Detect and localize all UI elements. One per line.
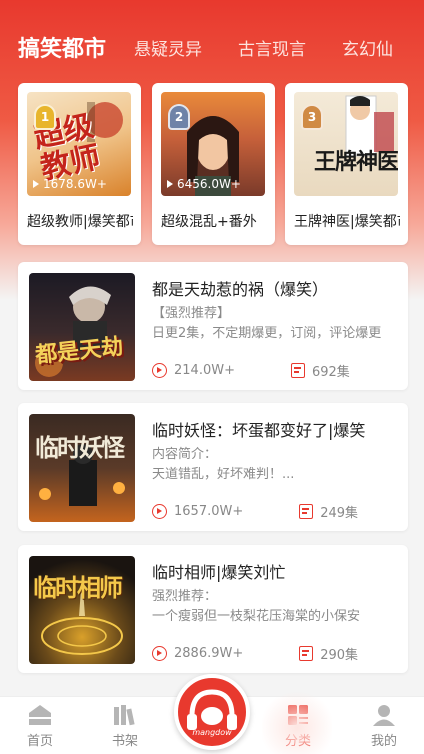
episodes-icon <box>299 646 314 661</box>
episodes-icon <box>299 504 314 519</box>
nav-home[interactable]: 首页 <box>10 697 70 754</box>
book-cover: 都是天劫 <box>29 273 135 381</box>
brand-text: mangdow <box>192 728 232 737</box>
tab-suspense[interactable]: 悬疑灵异 <box>134 35 202 60</box>
book-title: 超级教师|爆笑都市 <box>27 214 133 230</box>
book-cover: 临时相师 <box>29 556 135 664</box>
ranked-card[interactable]: 王牌神医 3 王牌神医|爆笑都市 <box>285 83 408 245</box>
book-meta: 2886.9W+ 290集 <box>152 644 402 663</box>
book-meta: 1657.0W+ 249集 <box>152 502 402 521</box>
ranked-card[interactable]: 超级教师 1 1678.6W+ 超级教师|爆笑都市 <box>18 83 141 245</box>
tab-fantasy[interactable]: 玄幻仙 <box>342 35 393 60</box>
book-cover: 王牌神医 3 <box>294 92 398 196</box>
play-count: 214.0W+ <box>174 363 235 378</box>
list-item[interactable]: 临时相师 临时相师|爆笑刘忙 强烈推荐： 一个瘦弱但一枝梨花压海棠的小保安 28… <box>18 545 408 673</box>
book-title: 超级混乱+番外 <box>161 214 257 230</box>
book-title: 临时妖怪：坏蛋都变好了|爆笑 <box>152 421 366 440</box>
list-item[interactable]: 都是天劫 都是天劫惹的祸（爆笑） 【强烈推荐】 日更2集，不定期爆更，订阅，评论… <box>18 262 408 390</box>
tab-romance[interactable]: 古言现言 <box>238 35 306 60</box>
book-description: 强烈推荐： 一个瘦弱但一枝梨花压海棠的小保安 <box>152 589 361 624</box>
episode-count: 249集 <box>320 506 359 521</box>
play-count: 1678.6W+ <box>33 177 107 191</box>
episode-count: 290集 <box>320 648 359 663</box>
play-icon <box>167 180 173 188</box>
play-count: 1657.0W+ <box>174 504 244 519</box>
book-title: 临时相师|爆笑刘忙 <box>152 563 286 582</box>
book-cover: 超级教师 1 1678.6W+ <box>27 92 131 196</box>
rank-badge: 2 <box>168 104 190 130</box>
rank-badge: 1 <box>34 104 56 130</box>
list-item[interactable]: 临时妖怪 临时妖怪：坏蛋都变好了|爆笑 内容简介： 天道错乱，好坏难判！... … <box>18 403 408 531</box>
play-count-icon <box>152 363 167 378</box>
top-ranked-row: 超级教师 1 1678.6W+ 超级教师|爆笑都市 2 6456.0W+ 超级混… <box>18 83 408 245</box>
player-button[interactable]: mangdow <box>174 674 250 750</box>
nav-mine[interactable]: 我的 <box>354 697 414 754</box>
home-icon <box>29 705 51 725</box>
play-count-icon <box>152 646 167 661</box>
episodes-icon <box>290 363 305 378</box>
active-tab-glow <box>262 688 332 754</box>
category-tabs: 搞笑都市 悬疑灵异 古言现言 玄幻仙 <box>0 22 424 72</box>
nav-bookshelf[interactable]: 书架 <box>95 697 155 754</box>
play-count: 2886.9W+ <box>174 646 244 661</box>
play-count: 6456.0W+ <box>167 177 241 191</box>
tab-funny-urban[interactable]: 搞笑都市 <box>18 31 106 63</box>
book-cover: 临时妖怪 <box>29 414 135 522</box>
play-count-icon <box>152 504 167 519</box>
book-title: 王牌神医|爆笑都市 <box>294 214 400 230</box>
book-title: 都是天劫惹的祸（爆笑） <box>152 280 329 299</box>
cover-title-art: 临时妖怪 <box>35 434 125 462</box>
book-meta: 214.0W+ 692集 <box>152 361 402 380</box>
episode-count: 692集 <box>311 365 350 380</box>
cover-title-art: 临时相师 <box>33 574 123 602</box>
bookshelf-icon <box>114 705 135 726</box>
user-icon <box>373 705 395 726</box>
book-description: 【强烈推荐】 日更2集，不定期爆更，订阅，评论爆更 <box>152 306 382 341</box>
rank-badge: 3 <box>301 104 323 130</box>
play-icon <box>33 180 39 188</box>
ranked-card[interactable]: 2 6456.0W+ 超级混乱+番外 <box>152 83 275 245</box>
book-description: 内容简介： 天道错乱，好坏难判！... <box>152 447 295 482</box>
cover-title-art: 王牌神医 <box>314 150 398 175</box>
book-cover: 2 6456.0W+ <box>161 92 265 196</box>
